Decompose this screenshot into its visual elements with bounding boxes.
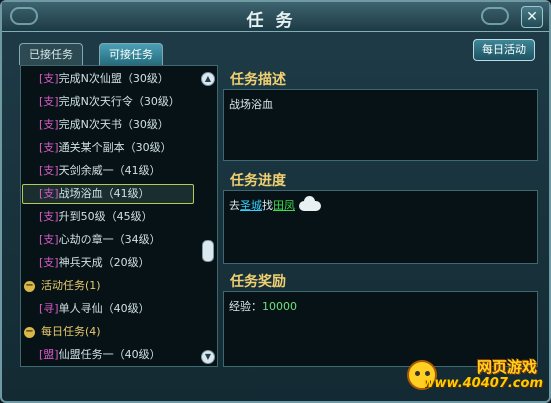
task-list-item[interactable]: [支]通关某个副本（30级） <box>39 138 172 158</box>
collapse-icon[interactable]: − <box>24 326 35 338</box>
site-watermark: 网页游戏 www.40407.com <box>405 356 545 398</box>
tab-accepted-tasks[interactable]: 已接任务 <box>19 43 83 65</box>
description-text: 战场浴血 <box>229 98 273 111</box>
group-daily-tasks[interactable]: − 每日任务(4) <box>24 322 101 342</box>
task-list-item[interactable]: [支]心劫の章一（34级） <box>39 230 161 250</box>
task-list-scrollbar[interactable]: ▲ ▼ <box>201 70 215 364</box>
progress-box: 去圣城找田凤 <box>223 190 538 264</box>
watermark-url: www.40407.com <box>422 376 544 391</box>
task-list-item[interactable]: [支]完成N次天书（30级） <box>39 115 169 135</box>
daily-activity-button[interactable]: 每日活动 <box>473 39 535 61</box>
task-list-item[interactable]: [寻]单人寻仙（40级） <box>39 299 150 319</box>
watermark-title: 网页游戏 <box>476 358 537 376</box>
title-bar[interactable]: 任务 ✕ <box>2 2 549 32</box>
task-list-item[interactable]: [支]天剑余威一（41级） <box>39 161 161 181</box>
task-list-item[interactable]: [盟]仙盟任务一（40级） <box>39 345 161 365</box>
reward-value: 10000 <box>262 300 297 313</box>
task-list-item[interactable]: [支]完成N次天行令（30级） <box>39 92 180 112</box>
tab-available-tasks[interactable]: 可接任务 <box>99 43 163 65</box>
description-box: 战场浴血 <box>223 89 538 161</box>
window-title: 任务 <box>246 11 305 31</box>
task-window: 任务 ✕ 已接任务 可接任务 每日活动 [支]完成N次仙盟（30级） [支]完成… <box>0 0 551 403</box>
close-button[interactable]: ✕ <box>521 6 543 28</box>
close-icon: ✕ <box>526 9 538 25</box>
group-activity-tasks[interactable]: − 活动任务(1) <box>24 276 101 296</box>
task-list: [支]完成N次仙盟（30级） [支]完成N次天行令（30级） [支]完成N次天书… <box>20 65 218 367</box>
reward-heading: 任务奖励 <box>230 274 286 290</box>
progress-prefix: 去 <box>229 199 240 212</box>
scroll-up-icon[interactable]: ▲ <box>201 72 215 86</box>
task-list-item-selected[interactable]: [支]战场浴血（41级） <box>22 184 194 204</box>
description-heading: 任务描述 <box>230 72 286 88</box>
task-list-item[interactable]: [支]完成N次仙盟（30级） <box>39 69 169 89</box>
npc-link[interactable]: 田凤 <box>273 199 295 212</box>
progress-heading: 任务进度 <box>230 173 286 189</box>
location-link[interactable]: 圣城 <box>240 199 262 212</box>
task-list-item[interactable]: [支]神兵天成（20级） <box>39 253 150 273</box>
task-list-item[interactable]: [支]升到50级（45级） <box>39 207 153 227</box>
reward-label: 经验： <box>229 300 262 313</box>
auto-travel-cloud-icon[interactable] <box>299 196 321 211</box>
collapse-icon[interactable]: − <box>24 280 35 292</box>
right-ornament-icon <box>481 7 509 25</box>
scroll-thumb[interactable] <box>202 240 214 262</box>
progress-middle: 找 <box>262 199 273 212</box>
scroll-down-icon[interactable]: ▼ <box>201 350 215 364</box>
